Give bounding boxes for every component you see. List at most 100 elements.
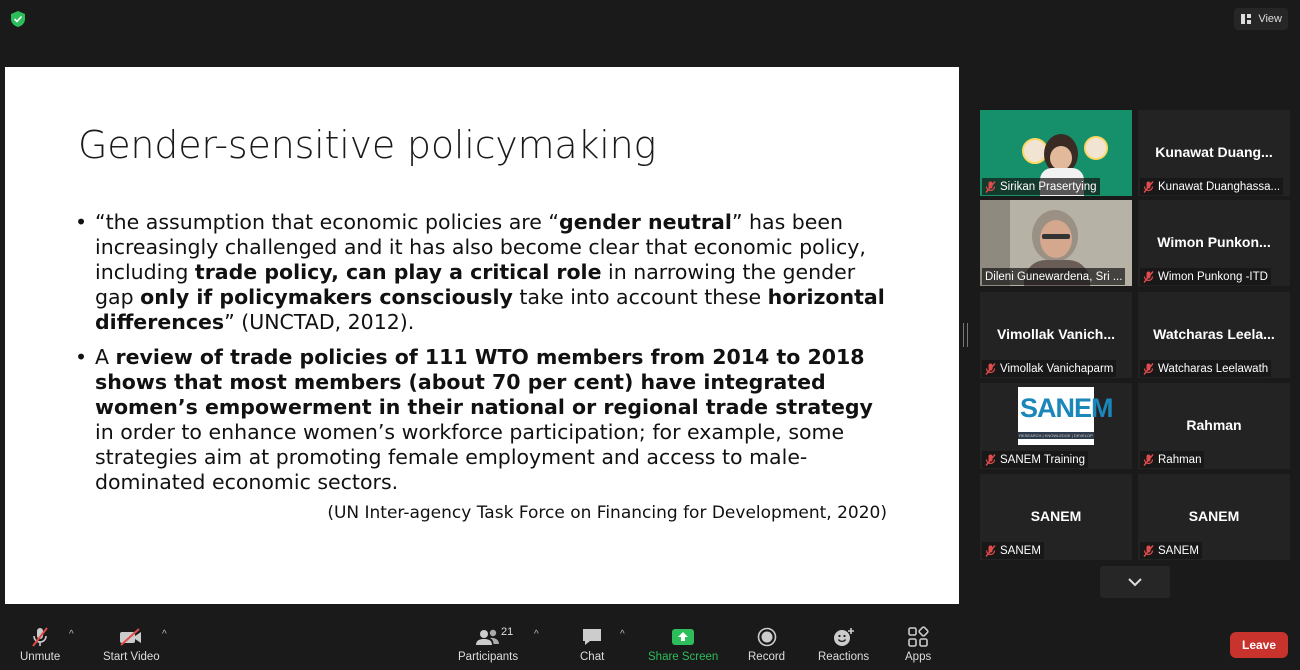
apps-button[interactable]: Apps	[905, 626, 931, 663]
participant-tile[interactable]: SANEM SANEM	[1138, 474, 1290, 560]
record-label: Record	[748, 651, 786, 663]
participant-tile[interactable]: Dileni Gunewardena, Sri ...	[980, 200, 1132, 286]
participant-name: Vimollak Vanichaparm	[1000, 362, 1114, 375]
participant-display-name: Kunawat Duang...	[1155, 144, 1273, 160]
participant-name: SANEM	[1000, 544, 1041, 557]
apps-label: Apps	[905, 651, 932, 663]
participants-options-caret[interactable]: ^	[534, 629, 539, 640]
muted-mic-icon	[1143, 362, 1154, 375]
muted-mic-icon	[985, 453, 996, 466]
security-shield-icon[interactable]	[10, 10, 26, 28]
start-video-label: Start Video	[103, 651, 160, 663]
participant-display-name: Watcharas Leela...	[1153, 326, 1275, 342]
muted-mic-icon	[985, 544, 996, 557]
participant-tile[interactable]: SANEM RESEARCH | KNOWLEDGE | DEVELOP SANEM…	[980, 383, 1132, 469]
slide-citation: (UN Inter-agency Task Force on Financing…	[327, 503, 887, 523]
gallery-next-page-button[interactable]	[1100, 566, 1170, 598]
bullet-text: in order to enhance women’s workforce pa…	[95, 420, 845, 494]
chat-label: Chat	[580, 651, 605, 663]
apps-icon	[908, 626, 929, 647]
participant-name-label: SANEM	[982, 542, 1044, 559]
participant-name-label: SANEM Training	[982, 451, 1089, 468]
view-label: View	[1258, 13, 1282, 25]
participant-display-name: Wimon Punkon...	[1157, 234, 1271, 250]
reactions-button[interactable]: Reactions	[818, 626, 869, 663]
sanem-logo: SANEM RESEARCH | KNOWLEDGE | DEVELOP	[1018, 387, 1114, 445]
slide-title: Gender-sensitive policymaking	[78, 123, 657, 167]
muted-mic-icon	[1143, 270, 1154, 283]
participant-tile[interactable]: Sirikan Prasertying	[980, 110, 1132, 196]
view-grid-icon	[1241, 14, 1252, 24]
share-screen-label: Share Screen	[648, 651, 719, 663]
muted-mic-icon	[1143, 453, 1154, 466]
bullet-emphasis-text: review of trade policies of 111 WTO memb…	[95, 345, 873, 419]
unmute-label: Unmute	[20, 651, 61, 663]
sanem-logo-subtext: RESEARCH | KNOWLEDGE | DEVELOP	[1018, 432, 1094, 439]
muted-mic-icon	[1143, 180, 1154, 193]
microphone-muted-icon	[32, 627, 48, 647]
participant-display-name: SANEM	[1188, 508, 1240, 524]
participants-icon	[476, 629, 500, 645]
participant-name: SANEM Training	[1000, 453, 1086, 466]
reactions-label: Reactions	[818, 651, 870, 663]
participant-name-label: SANEM	[1140, 542, 1202, 559]
participant-display-name: Rahman	[1186, 417, 1242, 433]
share-screen-icon	[672, 629, 695, 645]
record-button[interactable]: Record	[748, 626, 785, 663]
bullet-emphasis-text: trade policy, can play a critical role	[194, 260, 602, 284]
participant-name-label: Wimon Punkong -ITD	[1140, 268, 1271, 285]
participant-display-name: Vimollak Vanich...	[996, 326, 1115, 342]
participant-name-label: Watcharas Leelawath	[1140, 360, 1272, 377]
audio-options-caret[interactable]: ^	[69, 629, 74, 640]
panel-resize-handle[interactable]	[963, 323, 968, 347]
shared-slide: Gender-sensitive policymaking “the assum…	[5, 67, 959, 604]
participant-tile[interactable]: Rahman Rahman	[1138, 383, 1290, 469]
participants-label: Participants	[458, 651, 519, 663]
participants-count: 21	[501, 626, 514, 638]
sanem-logo-text: SANEM	[1020, 393, 1114, 423]
participant-tile[interactable]: Kunawat Duang... Kunawat Duanghassa...	[1138, 110, 1290, 196]
chat-button[interactable]: Chat	[580, 626, 604, 663]
participant-name-label: Rahman	[1140, 451, 1205, 468]
unmute-button[interactable]: Unmute	[20, 626, 60, 663]
leave-button[interactable]: Leave	[1230, 632, 1288, 658]
share-screen-button[interactable]: Share Screen	[648, 626, 718, 663]
bullet-emphasis-text: gender neutral	[559, 210, 732, 234]
participant-name: SANEM	[1158, 544, 1199, 557]
muted-mic-icon	[1143, 544, 1154, 557]
participant-name: Sirikan Prasertying	[1000, 180, 1097, 193]
participant-name-label: Sirikan Prasertying	[982, 178, 1100, 195]
muted-mic-icon	[985, 362, 996, 375]
video-options-caret[interactable]: ^	[162, 629, 167, 640]
participant-name-label: Vimollak Vanichaparm	[982, 360, 1117, 377]
participant-name: Watcharas Leelawath	[1158, 362, 1269, 375]
muted-mic-icon	[985, 180, 996, 193]
participant-name: Dileni Gunewardena, Sri ...	[985, 270, 1123, 283]
participant-name: Wimon Punkong -ITD	[1158, 270, 1268, 283]
participant-name-label: Dileni Gunewardena, Sri ...	[982, 268, 1126, 285]
chevron-down-icon	[1128, 577, 1142, 586]
chat-options-caret[interactable]: ^	[620, 629, 625, 640]
bullet-text: ” (UNCTAD, 2012).	[224, 310, 415, 334]
participant-name: Rahman	[1158, 453, 1202, 466]
participant-tile[interactable]: Watcharas Leela... Watcharas Leelawath	[1138, 292, 1290, 378]
video-camera-off-icon	[120, 628, 142, 646]
meeting-toolbar: Unmute ^ Start Video ^ Participants 21 ^	[0, 612, 1300, 670]
start-video-button[interactable]: Start Video	[103, 626, 160, 663]
participant-name: Kunawat Duanghassa...	[1158, 180, 1281, 193]
record-icon	[757, 627, 776, 647]
slide-bullets: “the assumption that economic policies a…	[75, 210, 895, 505]
reactions-smiley-icon	[833, 628, 854, 646]
participant-tile[interactable]: Vimollak Vanich... Vimollak Vanichaparm	[980, 292, 1132, 378]
slide-bullet: A review of trade policies of 111 WTO me…	[75, 345, 895, 495]
participant-tile[interactable]: SANEM SANEM	[980, 474, 1132, 560]
bullet-text: “the assumption that economic policies a…	[95, 210, 560, 234]
bullet-emphasis-text: only if policymakers consciously	[140, 285, 513, 309]
slide-bullet: “the assumption that economic policies a…	[75, 210, 895, 335]
participant-name-label: Kunawat Duanghassa...	[1140, 178, 1284, 195]
view-button[interactable]: View	[1234, 8, 1288, 30]
bullet-text: A	[95, 345, 116, 369]
chat-bubble-icon	[583, 629, 602, 645]
participant-tile[interactable]: Wimon Punkon... Wimon Punkong -ITD	[1138, 200, 1290, 286]
bullet-text: take into account these	[512, 285, 768, 309]
